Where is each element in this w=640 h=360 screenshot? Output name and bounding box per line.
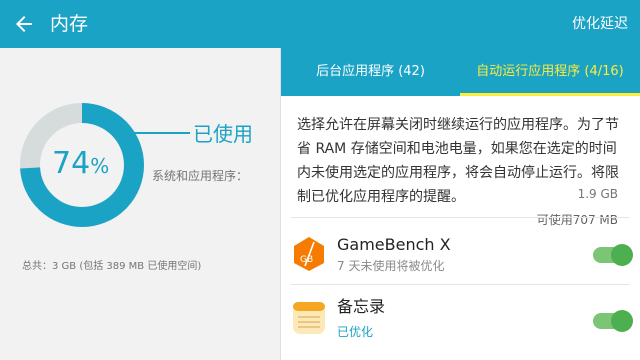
app-bar: 内存 优化延迟 bbox=[0, 0, 640, 48]
used-pointer-line bbox=[130, 132, 190, 134]
memo-icon bbox=[293, 302, 325, 334]
system-apps-label: 系统和应用程序： bbox=[152, 169, 249, 183]
app-name: GameBench X bbox=[337, 235, 451, 254]
auto-run-toggle[interactable] bbox=[593, 244, 633, 266]
optimize-delay-button[interactable]: 优化延迟 bbox=[572, 15, 628, 33]
app-row-memo[interactable]: 备忘录 已优化 bbox=[281, 290, 640, 350]
list-divider bbox=[291, 217, 630, 218]
used-percent: 74% bbox=[52, 146, 109, 184]
gamebench-icon: GB bbox=[294, 237, 324, 271]
auto-run-toggle[interactable] bbox=[593, 310, 633, 332]
toggle-knob bbox=[611, 244, 633, 266]
svg-text:GB: GB bbox=[300, 255, 313, 265]
auto-run-description: 选择允许在屏幕关闭时继续运行的应用程序。为了节省 RAM 存储空间和电池电量，如… bbox=[297, 117, 619, 205]
total-memory: 总共：3 GB (包括 389 MB 已使用空间) bbox=[22, 261, 202, 272]
list-divider bbox=[291, 284, 630, 285]
tab-background-apps[interactable]: 后台应用程序 (42) bbox=[281, 48, 460, 96]
app-row-gamebench[interactable]: GB GameBench X 7 天未使用将被优化 bbox=[281, 224, 640, 284]
used-percent-value: 74 bbox=[52, 146, 91, 181]
page-title: 内存 bbox=[50, 13, 89, 35]
used-label: 已使用 bbox=[193, 122, 253, 146]
back-arrow-icon[interactable] bbox=[12, 12, 36, 36]
tab-auto-run-apps[interactable]: 自动运行应用程序 (4/16) bbox=[460, 48, 640, 96]
app-status: 7 天未使用将被优化 bbox=[337, 259, 445, 273]
percent-symbol: % bbox=[90, 154, 110, 178]
app-status: 已优化 bbox=[337, 325, 374, 339]
toggle-knob bbox=[611, 310, 633, 332]
tab-bar: 后台应用程序 (42) 自动运行应用程序 (4/16) bbox=[281, 48, 640, 96]
tab-selected-indicator bbox=[460, 93, 640, 96]
app-name: 备忘录 bbox=[337, 297, 386, 316]
